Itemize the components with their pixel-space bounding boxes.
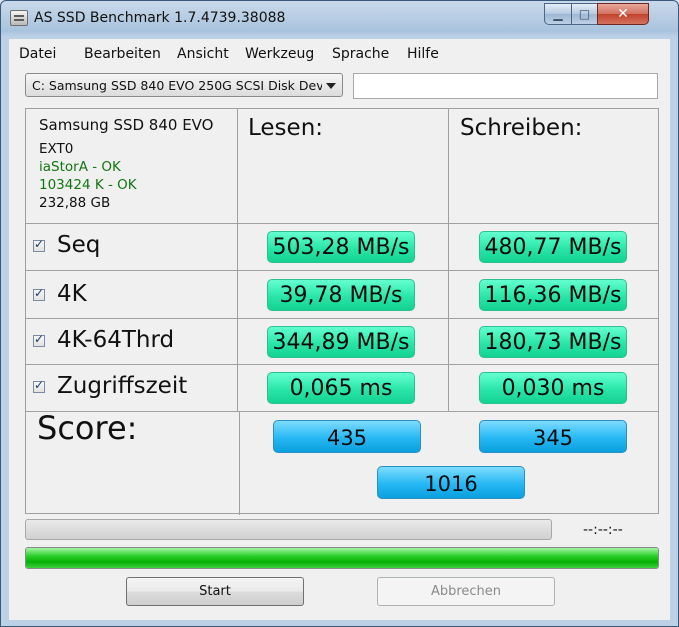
- firmware-version: EXT0: [39, 141, 74, 157]
- total-score: 1016: [377, 466, 525, 499]
- 4k-64thrd-write-result: 180,73 MB/s: [479, 326, 627, 358]
- menu-ansicht[interactable]: Ansicht: [177, 46, 229, 62]
- row-label-access-time: Zugriffszeit: [57, 373, 188, 399]
- row-label-4k: 4K: [57, 281, 87, 307]
- grid-line: [237, 109, 238, 411]
- write-column-header: Schreiben:: [460, 115, 583, 141]
- maximize-button[interactable]: □: [571, 3, 598, 25]
- minimize-button[interactable]: ▁: [544, 3, 572, 25]
- test-progress-bar: [25, 519, 552, 540]
- maximize-icon: □: [578, 7, 591, 21]
- app-icon: [10, 10, 28, 26]
- drive-select[interactable]: C: Samsung SSD 840 EVO 250G SCSI Disk De…: [25, 73, 343, 97]
- start-button[interactable]: Start: [126, 577, 304, 606]
- driver-status: iaStorA - OK: [39, 159, 121, 175]
- 4k-64thrd-read-result: 344,89 MB/s: [267, 326, 415, 358]
- menu-bearbeiten[interactable]: Bearbeiten: [84, 46, 161, 62]
- title-bar[interactable]: AS SSD Benchmark 1.7.4739.38088 ▁ □ ✕: [1, 1, 678, 39]
- menu-bar: Datei Bearbeiten Ansicht Werkzeug Sprach…: [9, 39, 670, 69]
- read-column-header: Lesen:: [248, 115, 324, 141]
- menu-datei[interactable]: Datei: [19, 46, 56, 62]
- 4k-checkbox[interactable]: [33, 286, 45, 301]
- app-window: AS SSD Benchmark 1.7.4739.38088 ▁ □ ✕ Da…: [0, 0, 679, 627]
- 4k-64thrd-checkbox[interactable]: [33, 332, 45, 347]
- score-label: Score:: [37, 409, 138, 447]
- menu-sprache[interactable]: Sprache: [332, 46, 389, 62]
- abort-button[interactable]: Abbrechen: [377, 577, 555, 606]
- minimize-icon: ▁: [553, 7, 563, 21]
- drive-capacity: 232,88 GB: [39, 195, 111, 211]
- grid-line: [448, 109, 449, 411]
- results-grid: Samsung SSD 840 EVO EXT0 iaStorA - OK 10…: [25, 108, 659, 515]
- access-time-read-result: 0,065 ms: [267, 372, 415, 404]
- drive-name: Samsung SSD 840 EVO: [39, 116, 214, 134]
- alignment-status: 103424 K - OK: [39, 177, 137, 193]
- seq-write-result: 480,77 MB/s: [479, 231, 627, 263]
- grid-line: [26, 364, 658, 365]
- read-score: 435: [273, 420, 421, 453]
- row-label-seq: Seq: [57, 232, 101, 258]
- total-progress-bar: [25, 547, 659, 569]
- access-time-write-result: 0,030 ms: [479, 372, 627, 404]
- menu-hilfe[interactable]: Hilfe: [407, 46, 439, 62]
- window-title: AS SSD Benchmark 1.7.4739.38088: [34, 10, 286, 26]
- seq-read-result: 503,28 MB/s: [267, 231, 415, 263]
- client-area: Datei Bearbeiten Ansicht Werkzeug Sprach…: [9, 39, 670, 620]
- row-label-4k-64thrd: 4K-64Thrd: [57, 327, 175, 353]
- write-score: 345: [479, 420, 627, 453]
- seq-checkbox[interactable]: [33, 237, 45, 252]
- total-progress-fill: [26, 548, 658, 568]
- 4k-read-result: 39,78 MB/s: [267, 279, 415, 311]
- info-text-box[interactable]: [353, 73, 658, 99]
- access-time-checkbox[interactable]: [33, 378, 45, 393]
- grid-line: [26, 270, 658, 271]
- chevron-down-icon: [326, 83, 336, 89]
- elapsed-time: --:--:--: [583, 522, 623, 538]
- close-icon: ✕: [617, 6, 629, 22]
- close-button[interactable]: ✕: [597, 3, 649, 25]
- grid-line: [26, 318, 658, 319]
- grid-line: [26, 223, 658, 224]
- menu-werkzeug[interactable]: Werkzeug: [245, 46, 314, 62]
- drive-select-value: C: Samsung SSD 840 EVO 250G SCSI Disk De…: [32, 78, 322, 93]
- grid-line: [239, 411, 240, 515]
- 4k-write-result: 116,36 MB/s: [479, 279, 627, 311]
